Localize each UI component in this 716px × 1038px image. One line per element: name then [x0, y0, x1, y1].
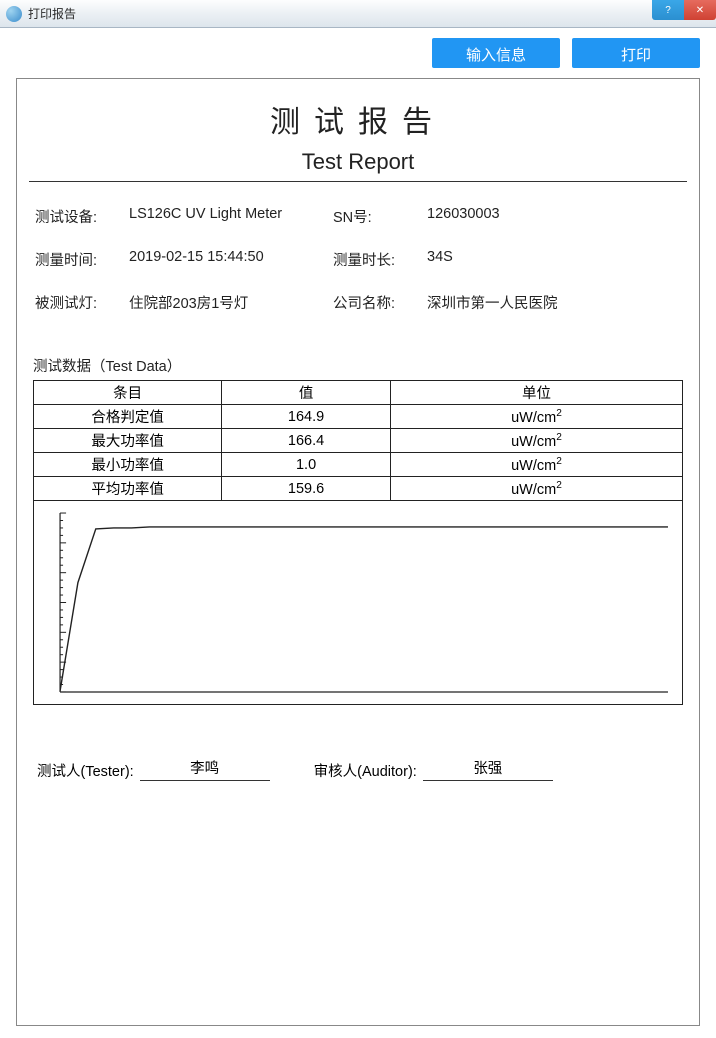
- title-underline: [29, 181, 687, 182]
- signatures: 测试人(Tester): 李鸣 审核人(Auditor): 张强: [17, 705, 699, 781]
- meta-lamp-label: 被测试灯:: [35, 292, 121, 313]
- app-icon: [6, 6, 22, 22]
- cell-unit: uW/cm2: [390, 453, 682, 477]
- tester-label: 测试人(Tester):: [37, 760, 134, 781]
- cell-item: 最小功率值: [34, 453, 222, 477]
- data-table: 条目 值 单位 合格判定值164.9uW/cm2最大功率值166.4uW/cm2…: [33, 380, 683, 501]
- window-controls: ? ✕: [652, 0, 716, 20]
- auditor-group: 审核人(Auditor): 张强: [314, 757, 553, 781]
- table-header-row: 条目 值 单位: [34, 381, 683, 405]
- meta-time-value: 2019-02-15 15:44:50: [129, 249, 325, 270]
- meta-company-value: 深圳市第一人民医院: [427, 292, 683, 313]
- chart-line: [42, 507, 674, 698]
- report-frame: 测试报告 Test Report 测试设备: LS126C UV Light M…: [16, 78, 700, 1026]
- auditor-label: 审核人(Auditor):: [314, 760, 417, 781]
- cell-item: 平均功率值: [34, 477, 222, 501]
- cell-unit: uW/cm2: [390, 429, 682, 453]
- th-item: 条目: [34, 381, 222, 405]
- table-row: 平均功率值159.6uW/cm2: [34, 477, 683, 501]
- table-row: 合格判定值164.9uW/cm2: [34, 405, 683, 429]
- help-button[interactable]: ?: [652, 0, 684, 20]
- th-unit: 单位: [390, 381, 682, 405]
- data-section: 测试数据（Test Data） 条目 值 单位 合格判定值164.9uW/cm2…: [17, 313, 699, 705]
- input-info-button[interactable]: 输入信息: [432, 38, 560, 68]
- meta-time-label: 测量时间:: [35, 249, 121, 270]
- meta-device-label: 测试设备:: [35, 206, 121, 227]
- meta-duration-value: 34S: [427, 249, 683, 270]
- table-row: 最大功率值166.4uW/cm2: [34, 429, 683, 453]
- chart-box: [33, 501, 683, 705]
- cell-unit: uW/cm2: [390, 477, 682, 501]
- print-button[interactable]: 打印: [572, 38, 700, 68]
- cell-value: 164.9: [222, 405, 391, 429]
- tester-group: 测试人(Tester): 李鸣: [37, 757, 270, 781]
- meta-sn-label: SN号:: [333, 206, 419, 227]
- cell-item: 最大功率值: [34, 429, 222, 453]
- meta-lamp-value: 住院部203房1号灯: [129, 292, 325, 313]
- tester-value: 李鸣: [140, 757, 270, 781]
- window-title: 打印报告: [28, 5, 76, 22]
- report-title-en: Test Report: [17, 149, 699, 181]
- report-title-cn: 测试报告: [17, 79, 699, 149]
- data-heading: 测试数据（Test Data）: [33, 355, 683, 376]
- meta-device-value: LS126C UV Light Meter: [129, 206, 325, 227]
- cell-value: 166.4: [222, 429, 391, 453]
- titlebar: 打印报告 ? ✕: [0, 0, 716, 28]
- meta-grid: 测试设备: LS126C UV Light Meter SN号: 1260300…: [17, 206, 699, 313]
- meta-sn-value: 126030003: [427, 206, 683, 227]
- meta-duration-label: 测量时长:: [333, 249, 419, 270]
- cell-value: 1.0: [222, 453, 391, 477]
- auditor-value: 张强: [423, 757, 553, 781]
- table-row: 最小功率值1.0uW/cm2: [34, 453, 683, 477]
- close-button[interactable]: ✕: [684, 0, 716, 20]
- cell-item: 合格判定值: [34, 405, 222, 429]
- toolbar: 输入信息 打印: [8, 38, 708, 68]
- cell-value: 159.6: [222, 477, 391, 501]
- meta-company-label: 公司名称:: [333, 292, 419, 313]
- content-area: 输入信息 打印 测试报告 Test Report 测试设备: LS126C UV…: [0, 28, 716, 1038]
- cell-unit: uW/cm2: [390, 405, 682, 429]
- th-value: 值: [222, 381, 391, 405]
